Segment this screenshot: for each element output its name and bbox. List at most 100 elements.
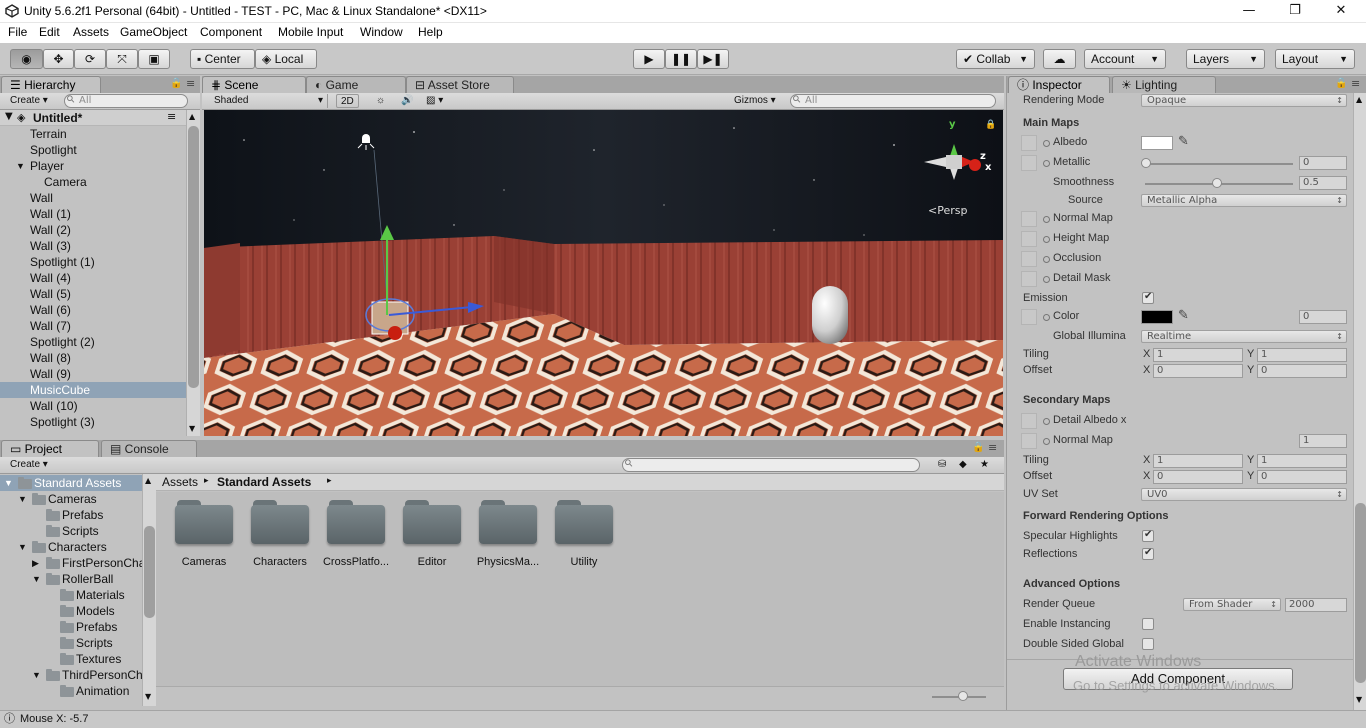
height-map-slot[interactable] xyxy=(1021,231,1037,247)
tab-console[interactable]: ▤ Console xyxy=(101,440,197,457)
offset2-y-field[interactable]: 0 xyxy=(1257,470,1347,484)
smoothness-slider-knob[interactable] xyxy=(1212,178,1222,188)
favorite-star-icon[interactable]: ★ xyxy=(976,458,993,472)
gizmo-lock-icon[interactable]: 🔒 xyxy=(985,120,996,130)
hierarchy-item[interactable]: ▼ Player xyxy=(0,158,186,174)
hierarchy-item[interactable]: Spotlight xyxy=(0,142,186,158)
emission-checkbox[interactable] xyxy=(1142,291,1154,304)
view-tool-button[interactable]: ◉ xyxy=(10,49,43,69)
step-button[interactable]: ▶❚ xyxy=(697,49,729,69)
metallic-slider-knob[interactable] xyxy=(1141,158,1151,168)
menu-file[interactable]: File xyxy=(8,25,27,39)
hierarchy-item[interactable]: Terrain xyxy=(0,126,186,142)
emission-texture-slot[interactable] xyxy=(1021,309,1037,325)
albedo-texture-slot[interactable] xyxy=(1021,135,1037,151)
asset-folder[interactable]: CrossPlatfo... xyxy=(321,500,391,568)
scene-effects-icon[interactable]: ▨ ▾ xyxy=(422,94,447,108)
scene-header-row[interactable]: ▼ ◈ Untitled* ≡ xyxy=(0,110,186,126)
normal-map-picker-icon[interactable] xyxy=(1043,216,1050,223)
gizmos-dropdown[interactable]: Gizmos ▾ xyxy=(730,94,780,108)
breadcrumb-assets[interactable]: Assets xyxy=(162,475,198,489)
2d-toggle[interactable]: 2D xyxy=(336,94,359,108)
asset-folder[interactable]: Cameras xyxy=(169,500,239,568)
asset-folder[interactable]: PhysicsMa... xyxy=(473,500,543,568)
play-button[interactable]: ▶ xyxy=(633,49,665,69)
project-tree-item[interactable]: ▶ FirstPersonCharacter xyxy=(0,555,142,571)
reflections-checkbox[interactable] xyxy=(1142,547,1154,560)
metallic-texture-slot[interactable] xyxy=(1021,155,1037,171)
project-tree-item[interactable]: ▼ Characters xyxy=(0,539,142,555)
detail-albedo-picker-icon[interactable] xyxy=(1043,418,1050,425)
restore-button[interactable]: ❐ xyxy=(1272,0,1318,23)
hierarchy-item[interactable]: Wall (7) xyxy=(0,318,186,334)
rotate-tool-button[interactable]: ⟳ xyxy=(74,49,106,69)
scroll-up-icon[interactable]: ▲ xyxy=(1356,95,1362,104)
hierarchy-item[interactable]: MusicCube xyxy=(0,382,186,398)
project-tree-item[interactable]: ▼ RollerBall xyxy=(0,571,142,587)
hierarchy-scroll-thumb[interactable] xyxy=(188,126,199,388)
expand-arrow-icon[interactable]: ▼ xyxy=(16,158,25,174)
smoothness-value[interactable]: 0.5 xyxy=(1299,176,1347,190)
cloud-button[interactable]: ☁ xyxy=(1043,49,1076,69)
panel-menu-icon[interactable]: ≡ xyxy=(186,77,195,90)
project-tree-item[interactable]: Scripts xyxy=(0,635,142,651)
tiling2-x-field[interactable]: 1 xyxy=(1153,454,1243,468)
move-tool-button[interactable]: ✥ xyxy=(43,49,74,69)
menu-component[interactable]: Component xyxy=(200,25,262,39)
menu-gameobject[interactable]: GameObject xyxy=(120,25,187,39)
offset-y-field[interactable]: 0 xyxy=(1257,364,1347,378)
hierarchy-item[interactable]: Camera xyxy=(0,174,186,190)
scroll-up-icon[interactable]: ▲ xyxy=(145,476,151,485)
project-tree-item[interactable]: Models xyxy=(0,603,142,619)
hierarchy-item[interactable]: Wall (2) xyxy=(0,222,186,238)
project-tree-item[interactable]: ▼ Standard Assets xyxy=(0,475,142,491)
filter-type-icon[interactable]: ⛁ xyxy=(934,458,950,472)
collab-dropdown[interactable]: ✔ Collab ▼ xyxy=(956,49,1035,69)
menu-window[interactable]: Window xyxy=(360,25,403,39)
icon-size-knob[interactable] xyxy=(958,691,968,701)
metallic-slider[interactable] xyxy=(1145,163,1293,165)
project-tree-scroll-thumb[interactable] xyxy=(144,526,155,618)
pivot-center-button[interactable]: ▪ Center xyxy=(190,49,255,69)
scale-tool-button[interactable]: ⤧ xyxy=(106,49,138,69)
project-tree-item[interactable]: ▼ Cameras xyxy=(0,491,142,507)
secondary-normal-scale[interactable]: 1 xyxy=(1299,434,1347,448)
collapse-arrow-icon[interactable]: ▶ xyxy=(32,555,39,571)
filter-label-icon[interactable]: ◆ xyxy=(955,458,971,472)
height-map-picker-icon[interactable] xyxy=(1043,236,1050,243)
layout-dropdown[interactable]: Layout ▼ xyxy=(1275,49,1355,69)
project-tree-item[interactable]: Animation xyxy=(0,683,142,699)
emission-picker-icon[interactable] xyxy=(1043,314,1050,321)
secondary-normal-picker-icon[interactable] xyxy=(1043,438,1050,445)
menu-assets[interactable]: Assets xyxy=(73,25,109,39)
tab-asset-store[interactable]: ⊟ Asset Store xyxy=(406,76,514,93)
hierarchy-item[interactable]: Wall (3) xyxy=(0,238,186,254)
scroll-down-icon[interactable]: ▼ xyxy=(1356,695,1362,704)
metallic-value[interactable]: 0 xyxy=(1299,156,1347,170)
render-queue-dropdown[interactable]: From Shader xyxy=(1183,598,1281,611)
metallic-picker-icon[interactable] xyxy=(1043,160,1050,167)
inspector-scrollbar[interactable]: ▲ ▼ xyxy=(1353,93,1366,710)
menu-help[interactable]: Help xyxy=(418,25,443,39)
project-tree-scrollbar[interactable]: ▲ ▼ xyxy=(142,474,156,706)
normal-map-slot[interactable] xyxy=(1021,211,1037,227)
hierarchy-item[interactable]: Spotlight (3) xyxy=(0,414,186,430)
asset-folder[interactable]: Characters xyxy=(245,500,315,568)
offset-x-field[interactable]: 0 xyxy=(1153,364,1243,378)
panel-menu-icon[interactable]: ≡ xyxy=(1351,77,1360,90)
global-illumination-dropdown[interactable]: Realtime xyxy=(1141,330,1347,343)
menu-mobile-input[interactable]: Mobile Input xyxy=(278,25,343,39)
project-tree-item[interactable]: Textures xyxy=(0,651,142,667)
hierarchy-item[interactable]: Wall (4) xyxy=(0,270,186,286)
scene-audio-icon[interactable]: 🔊 xyxy=(397,94,417,108)
expand-arrow-icon[interactable]: ▼ xyxy=(18,491,27,507)
asset-folder[interactable]: Utility xyxy=(549,500,619,568)
pause-button[interactable]: ❚❚ xyxy=(665,49,697,69)
hierarchy-item[interactable]: Wall (1) xyxy=(0,206,186,222)
hierarchy-item[interactable]: Spotlight (1) xyxy=(0,254,186,270)
scroll-down-icon[interactable]: ▼ xyxy=(189,424,195,433)
emission-color-swatch[interactable] xyxy=(1141,310,1173,324)
tiling2-y-field[interactable]: 1 xyxy=(1257,454,1347,468)
scene-viewport[interactable]: y z x 🔒 <Persp xyxy=(204,110,1003,436)
project-tree-item[interactable]: Prefabs xyxy=(0,619,142,635)
